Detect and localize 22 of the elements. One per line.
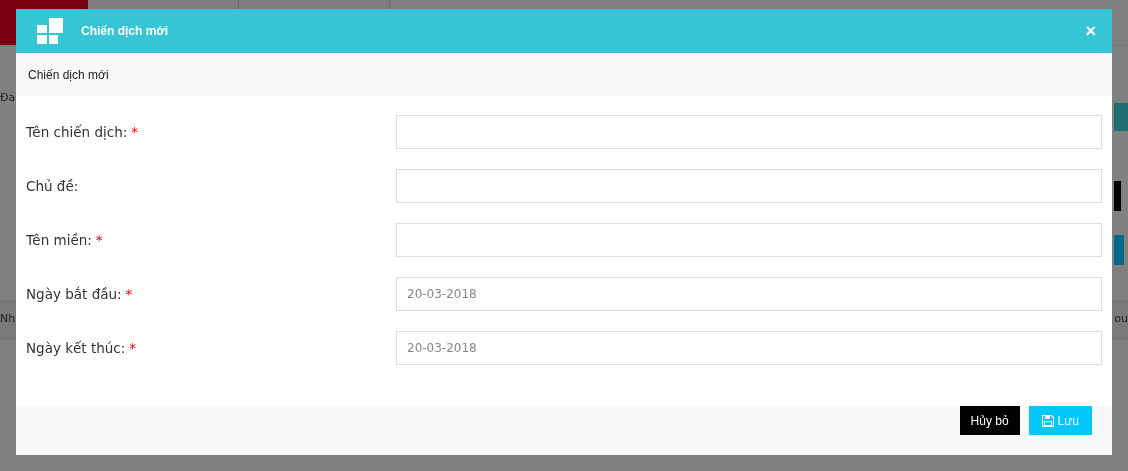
input-field[interactable] (396, 169, 1102, 203)
dialog-subtitle: Chiến dịch mới (28, 67, 109, 82)
field-label: Tên chiến dịch: * (26, 124, 139, 140)
input-field[interactable]: 20-03-2018 (396, 277, 1102, 311)
input-field[interactable] (396, 115, 1102, 149)
backdrop-text: Nh (0, 311, 16, 327)
field-label: Tên miền: * (26, 232, 104, 248)
grid-logo-icon (37, 18, 63, 44)
input-field[interactable] (396, 223, 1102, 257)
backdrop-text: ou (1114, 311, 1128, 327)
save-button[interactable]: Lưu (1028, 406, 1092, 435)
backdrop-panel (1114, 181, 1121, 211)
backdrop-panel (1114, 235, 1124, 265)
field-label: Chủ đề: (26, 178, 80, 194)
backdrop-text: Đa (0, 90, 16, 106)
close-button[interactable]: × (1083, 20, 1098, 42)
field-label: Ngày bắt đầu: * (26, 286, 134, 302)
backdrop-panel (1114, 103, 1128, 131)
input-field[interactable]: 20-03-2018 (396, 331, 1102, 365)
cancel-button[interactable]: Hủy bỏ (959, 406, 1020, 435)
field-label: Ngày kết thúc: * (26, 340, 138, 356)
dialog-title: Chiến dịch mới (81, 24, 169, 38)
